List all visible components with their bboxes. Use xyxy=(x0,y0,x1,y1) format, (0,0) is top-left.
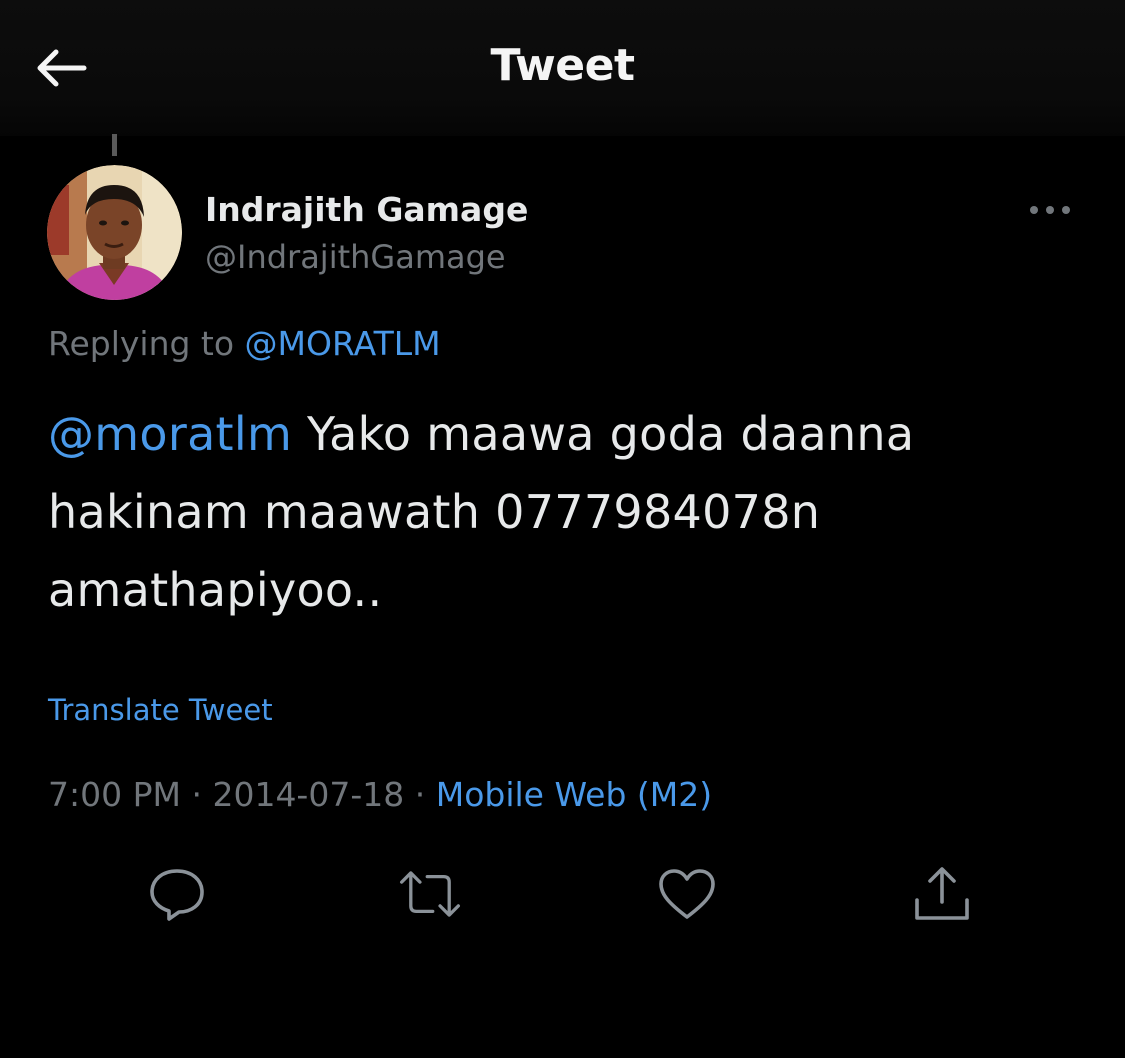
top-bar: Tweet xyxy=(0,0,1125,136)
more-horizontal-icon xyxy=(1030,206,1070,214)
thread-connector-line xyxy=(112,134,117,156)
reply-button[interactable] xyxy=(145,862,209,926)
tweet-text-line-3: amathapiyoo.. xyxy=(48,563,383,617)
share-button[interactable] xyxy=(910,862,974,926)
tweet-text-line-2: hakinam maawath 0777984078n xyxy=(48,485,821,539)
tweet-date: 2014-07-18 xyxy=(212,775,405,814)
replying-to: Replying to @MORATLM xyxy=(48,324,441,363)
author-handle[interactable]: @IndrajithGamage xyxy=(205,238,506,276)
translate-tweet-link[interactable]: Translate Tweet xyxy=(48,693,273,727)
tweet-text-line-1-rest: Yako maawa goda daanna xyxy=(292,407,915,461)
page-title: Tweet xyxy=(490,40,635,91)
more-options-button[interactable] xyxy=(1022,192,1078,228)
share-icon xyxy=(915,867,969,920)
like-icon xyxy=(659,869,715,919)
author-name[interactable]: Indrajith Gamage xyxy=(205,190,528,229)
reply-icon xyxy=(150,869,204,921)
meta-separator: · xyxy=(180,775,213,814)
retweet-icon xyxy=(400,871,460,917)
replying-to-handle-link[interactable]: @MORATLM xyxy=(245,324,441,363)
meta-separator: · xyxy=(404,775,436,814)
tweet-text-line-1: @moratlm Yako maawa goda daanna xyxy=(48,395,1058,473)
like-button[interactable] xyxy=(655,862,719,926)
tweet-time: 7:00 PM xyxy=(48,775,181,814)
replying-to-label: Replying to xyxy=(48,324,235,363)
retweet-button[interactable] xyxy=(398,862,462,926)
tweet-metadata: 7:00 PM · 2014-07-18 · Mobile Web (M2) xyxy=(48,775,712,814)
avatar-image xyxy=(47,165,182,300)
tweet-source-link[interactable]: Mobile Web (M2) xyxy=(436,775,712,814)
avatar[interactable] xyxy=(47,165,182,300)
tweet-text: @moratlm Yako maawa goda daanna hakinam … xyxy=(48,395,1058,629)
mention-link[interactable]: @moratlm xyxy=(48,407,292,461)
